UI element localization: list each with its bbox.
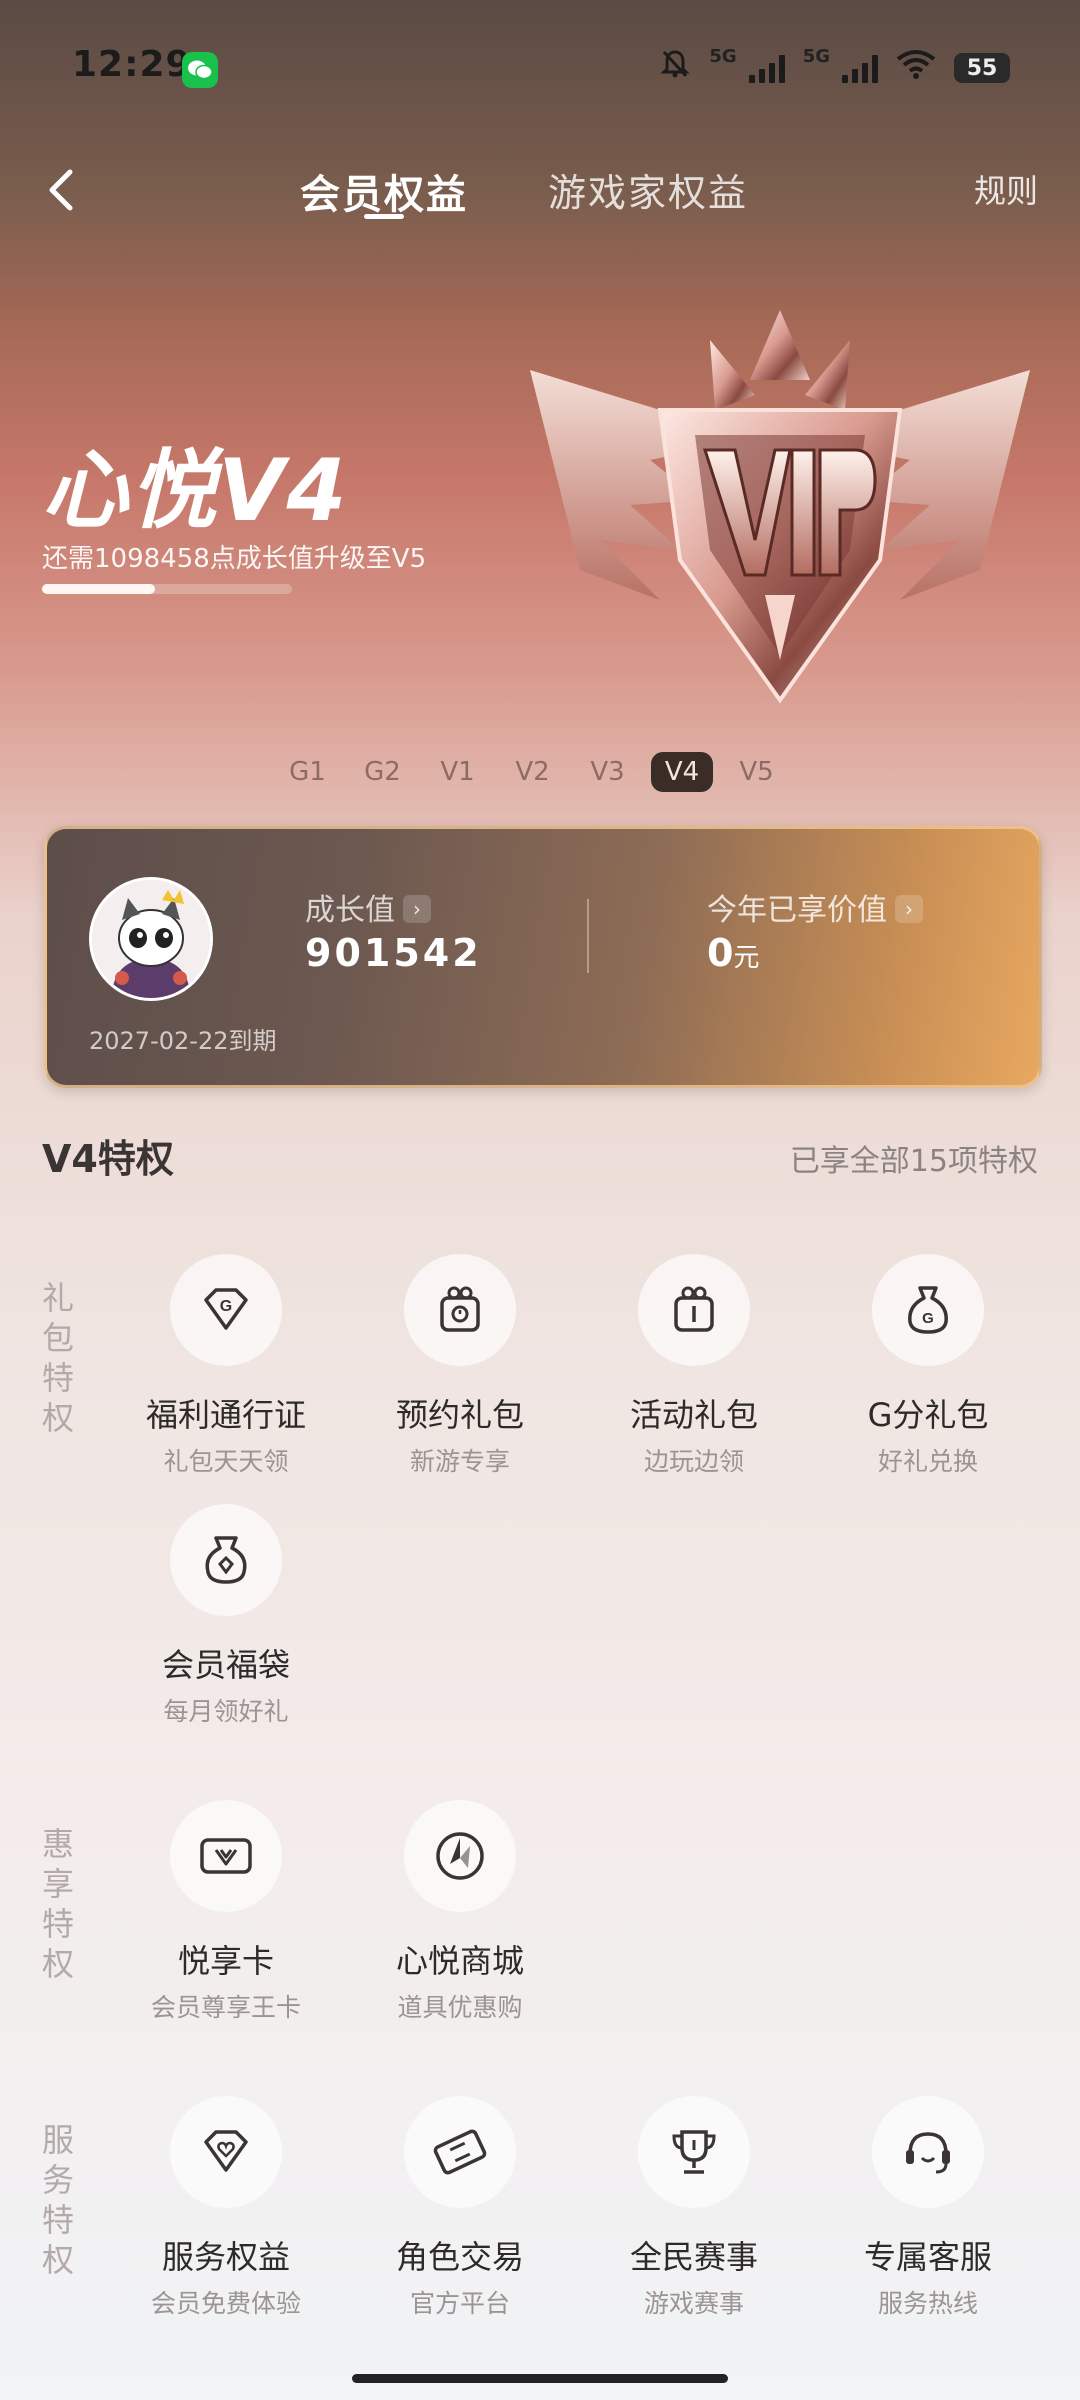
privileges-title: V4特权 [42,1137,174,1181]
growth-value-label: 成长值 [305,893,395,928]
service-heart-icon [170,2096,282,2208]
privilege-desc: 边玩边领 [643,1447,744,1476]
back-button[interactable] [34,160,94,220]
status-time: 12:29 [72,44,192,85]
gift-diamond-icon: G [170,1254,282,1366]
wechat-notification-icon [182,52,218,88]
level-tab-v1[interactable]: V1 [420,757,495,787]
privilege-desc: 新游专享 [409,1447,510,1476]
growth-progress-fill [42,584,155,594]
privilege-desc: 会员尊享王卡 [150,1993,301,2022]
growth-value-link[interactable]: 成长值 › [305,885,431,929]
tab-gamer-benefits[interactable]: 游戏家权益 [548,162,748,217]
network-type-label: 5G [709,45,737,67]
enjoyed-value-link[interactable]: 今年已享价值 › [707,885,923,929]
status-icons: 5G 5G 55 [659,45,1010,88]
headset-icon [872,2096,984,2208]
privilege-item-g-points-gift[interactable]: G G分礼包 好礼兑换 [818,1254,1038,1478]
upgrade-requirement-text: 还需1098458点成长值升级至V5 [42,544,427,574]
section-label-discount: 惠享特权 [41,1825,74,1983]
signal-strength-icon-2 [842,53,878,83]
vip-badge-emblem [510,300,1050,720]
privilege-desc: 道具优惠购 [397,1993,523,2022]
privilege-item-activity-gift[interactable]: 活动礼包 边玩边领 [584,1254,804,1478]
privilege-name: 角色交易 [395,2238,524,2276]
active-tab-indicator [364,214,404,219]
status-bar: 12:29 5G 5G 55 [0,0,1080,140]
level-tab-g2[interactable]: G2 [345,757,420,787]
network-type-label-2: 5G [802,45,830,67]
card-icon [170,1800,282,1912]
privilege-desc: 礼包天天领 [163,1447,289,1476]
privilege-name: 会员福袋 [161,1646,290,1684]
privilege-name: 全民赛事 [629,2238,758,2276]
privilege-desc: 每月领好礼 [163,1697,289,1726]
privilege-name: G分礼包 [867,1396,989,1434]
level-tab-v4[interactable]: V4 [651,752,713,792]
avatar[interactable] [89,877,213,1001]
member-card: 成长值 › 901542 今年已享价值 › 0元 2027-02-22到期 [44,826,1042,1088]
tab-member-benefits[interactable]: 会员权益 [300,162,468,220]
activity-gift-icon [638,1254,750,1366]
privilege-name: 心悦商城 [395,1942,524,1980]
level-tab-g1[interactable]: G1 [270,757,345,787]
wifi-icon [896,49,936,87]
section-label-gift: 礼包特权 [41,1279,74,1437]
section-label-service: 服务特权 [41,2121,74,2279]
privilege-name: 预约礼包 [395,1396,524,1434]
ticket-icon [404,2096,516,2208]
battery-indicator: 55 [954,53,1010,83]
growth-progress-bar [42,584,292,594]
privilege-desc: 游戏赛事 [643,2289,744,2318]
privilege-item-welfare-pass[interactable]: G 福利通行证 礼包天天领 [116,1254,336,1478]
money-bag-icon: G [872,1254,984,1366]
top-navigation: 会员权益 游戏家权益 规则 [0,140,1080,250]
privilege-item-role-trade[interactable]: 角色交易 官方平台 [350,2096,570,2320]
card-divider [587,899,589,973]
mall-icon [404,1800,516,1912]
privilege-desc: 会员免费体验 [150,2289,301,2318]
chevron-right-icon: › [403,895,431,923]
enjoyed-value-label: 今年已享价值 [707,893,887,928]
privileges-count[interactable]: 已享全部15项特权 [790,1136,1038,1180]
membership-expire-date: 2027-02-22到期 [89,1027,277,1055]
privilege-desc: 官方平台 [409,2289,510,2318]
enjoyed-value-number: 0 [707,931,734,975]
privilege-name: 活动礼包 [629,1396,758,1434]
home-indicator[interactable] [352,2374,728,2383]
signal-strength-icon [748,53,785,83]
member-level-title: 心悦V4 [42,441,349,541]
level-tab-v5[interactable]: V5 [719,757,794,787]
lucky-bag-icon [170,1504,282,1616]
rules-link[interactable]: 规则 [974,166,1038,212]
privilege-name: 专属客服 [863,2238,992,2276]
privilege-item-lucky-bag[interactable]: 会员福袋 每月领好礼 [116,1504,336,1728]
privilege-item-mall[interactable]: 心悦商城 道具优惠购 [350,1800,570,2024]
currency-unit: 元 [733,943,760,973]
privilege-item-reserve-gift[interactable]: 预约礼包 新游专享 [350,1254,570,1478]
privilege-name: 悦享卡 [177,1942,274,1980]
privilege-item-esports[interactable]: 全民赛事 游戏赛事 [584,2096,804,2320]
privilege-desc: 服务热线 [877,2289,978,2318]
privilege-item-service-benefits[interactable]: 服务权益 会员免费体验 [116,2096,336,2320]
svg-text:G: G [220,1298,232,1315]
mute-bell-icon [659,48,691,88]
back-arrow-icon [49,169,73,211]
privilege-desc: 好礼兑换 [877,1447,978,1476]
privilege-name: 福利通行证 [145,1396,306,1434]
svg-text:G: G [922,1310,934,1327]
privilege-name: 服务权益 [161,2238,290,2276]
enjoyed-value-amount: 0元 [707,931,759,975]
privilege-item-customer-service[interactable]: 专属客服 服务热线 [818,2096,1038,2320]
trophy-icon [638,2096,750,2208]
level-selector: G1 G2 V1 V2 V3 V4 V5 [270,752,794,792]
reserve-gift-icon [404,1254,516,1366]
level-tab-v2[interactable]: V2 [495,757,570,787]
level-tab-v3[interactable]: V3 [570,757,645,787]
privilege-item-joy-card[interactable]: 悦享卡 会员尊享王卡 [116,1800,336,2024]
chevron-right-icon: › [895,895,923,923]
growth-value-number: 901542 [305,931,482,975]
